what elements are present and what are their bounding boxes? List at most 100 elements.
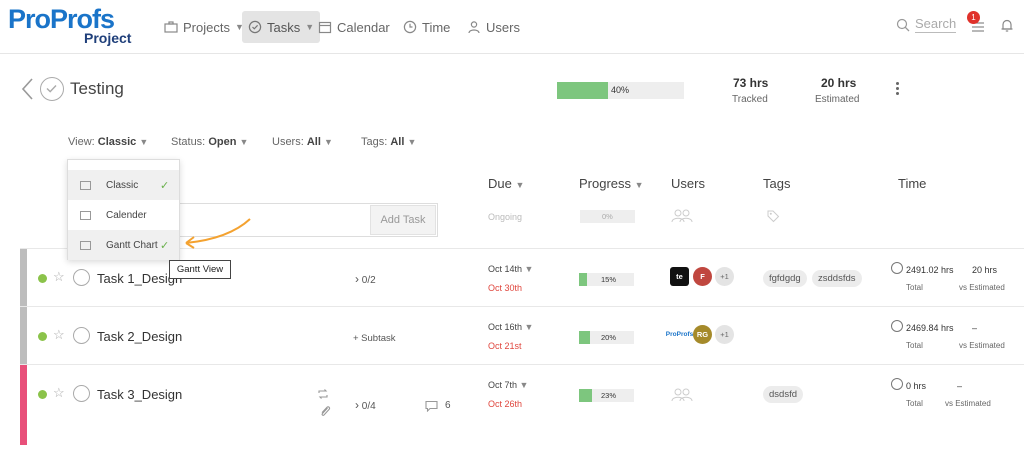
nav-projects-label: Projects [183,19,230,35]
search-icon [896,18,910,31]
nav-users[interactable]: Users [461,11,526,43]
subtasks-count: 0/2 [361,275,376,286]
view-filter[interactable]: View: Classic ▼ [68,136,148,148]
avatar[interactable]: RG [693,325,712,344]
checkmark-icon: ✓ [160,179,170,192]
users-filter-label: Users: [272,136,304,148]
tag-chip[interactable]: dsdsfd [763,386,803,403]
task-name[interactable]: Task 3_Design [97,387,182,402]
caret-down-icon: ▼ [139,137,149,147]
task-complete-checkbox[interactable] [73,327,90,344]
task-row-stripe [20,249,27,307]
avatar[interactable]: te [670,267,689,286]
time-estimated-label: vs Estimated [959,341,1005,350]
nav-calendar[interactable]: Calendar [312,11,396,43]
users-group-icon[interactable] [670,387,694,402]
user-icon [468,21,480,34]
tag-chip[interactable]: zsddsfds [812,270,862,287]
view-option-calender[interactable]: Calender [68,200,179,230]
project-progress-fill [557,82,608,99]
notification-badge: 1 [967,11,980,24]
project-title: Testing [70,79,124,98]
nav-time-label: Time [422,19,451,35]
caret-down-icon: ▼ [239,137,249,147]
add-task-button[interactable]: Add Task [370,205,436,235]
column-header-due[interactable]: Due ▼ [488,176,524,191]
tag-icon[interactable] [766,209,780,223]
column-header-progress[interactable]: Progress ▼ [579,176,644,191]
due-start[interactable]: Oct 7th ▼ [488,380,528,390]
paperclip-icon[interactable] [319,405,331,418]
status-filter-label: Status: [171,136,206,148]
comment-icon[interactable] [425,400,438,412]
task-progress-fill [579,273,588,286]
clock-icon [891,262,903,274]
extra-users-count[interactable]: +1 [715,267,734,286]
column-header-users: Users [671,176,705,191]
caret-down-icon: ▼ [323,137,333,147]
tag-chip[interactable]: fgfdgdg [763,270,807,287]
add-task-due-ongoing: Ongoing [488,212,523,222]
nav-tasks[interactable]: Tasks ▼ [242,11,321,43]
users-filter[interactable]: Users: All ▼ [272,136,333,148]
subtasks-toggle[interactable]: › 0/2 [355,272,376,286]
bell-icon[interactable] [1000,18,1014,33]
star-icon[interactable]: ☆ [53,327,65,343]
due-start[interactable]: Oct 16th ▼ [488,322,533,332]
nav-time[interactable]: Time [397,11,456,43]
repeat-icon[interactable] [317,388,329,400]
add-task-progress-label: 0% [602,212,613,221]
task-row-stripe [20,307,27,365]
star-icon[interactable]: ☆ [53,385,65,401]
status-filter[interactable]: Status: Open ▼ [171,136,248,148]
caret-down-icon: ▼ [407,137,417,147]
task-name[interactable]: Task 2_Design [97,329,182,344]
task-complete-checkbox[interactable] [73,269,90,286]
chevron-right-icon: › [355,398,359,412]
estimated-hours-label: Estimated [815,94,860,105]
task-progress-fill [579,331,590,344]
comments-count[interactable]: 6 [445,400,451,411]
back-chevron-icon[interactable] [20,77,34,101]
time-estimated-label: vs Estimated [945,399,991,408]
users-group-icon[interactable] [670,208,694,223]
task-complete-checkbox[interactable] [73,385,90,402]
time-estimated-value: – [972,323,978,333]
view-option-label: Classic [106,179,139,191]
more-options-icon[interactable] [896,82,899,95]
add-subtask-button[interactable]: + Subtask [353,333,396,344]
search-input[interactable]: Search [915,16,957,33]
avatar[interactable]: ProProfs [666,325,693,344]
subtasks-toggle[interactable]: › 0/4 [355,398,376,412]
project-complete-checkbox[interactable] [40,77,64,101]
task-row[interactable]: ☆ Task 3_Design › 0/4 6 Oct 7th ▼ Oct 26… [20,364,1024,445]
status-dot [38,274,47,283]
search-box[interactable]: Search [896,16,957,33]
due-end: Oct 26th [488,399,523,409]
subtasks-count: 0/4 [361,401,376,412]
clock-icon [891,378,903,390]
extra-users-count[interactable]: +1 [715,325,734,344]
caret-down-icon: ▼ [524,322,534,332]
clock-icon [403,20,417,34]
due-end: Oct 30th [488,283,523,293]
briefcase-icon [164,21,178,33]
task-progress-label: 23% [601,391,617,400]
view-option-gantt-chart[interactable]: Gantt Chart ✓ [68,230,179,260]
star-icon[interactable]: ☆ [53,269,65,285]
time-estimated-value: – [957,381,963,391]
view-option-classic[interactable]: Classic ✓ [68,170,179,200]
caret-down-icon: ▼ [634,180,644,190]
time-total-label: Total [906,283,923,292]
tags-filter-label: Tags: [361,136,388,148]
view-option-label: Gantt Chart [106,239,158,251]
avatar[interactable]: F [693,267,712,286]
nav-projects[interactable]: Projects ▼ [158,11,250,43]
view-dropdown-menu: Classic ✓ Calender Gantt Chart ✓ [67,159,180,260]
tags-filter-value: All [390,136,405,148]
annotation-arrow-icon [185,218,251,249]
due-start[interactable]: Oct 14th ▼ [488,264,533,274]
tags-filter[interactable]: Tags: All ▼ [361,136,416,148]
task-row[interactable]: ☆ Task 2_Design + Subtask Oct 16th ▼ Oct… [20,306,1024,365]
time-estimated-label: vs Estimated [959,283,1005,292]
